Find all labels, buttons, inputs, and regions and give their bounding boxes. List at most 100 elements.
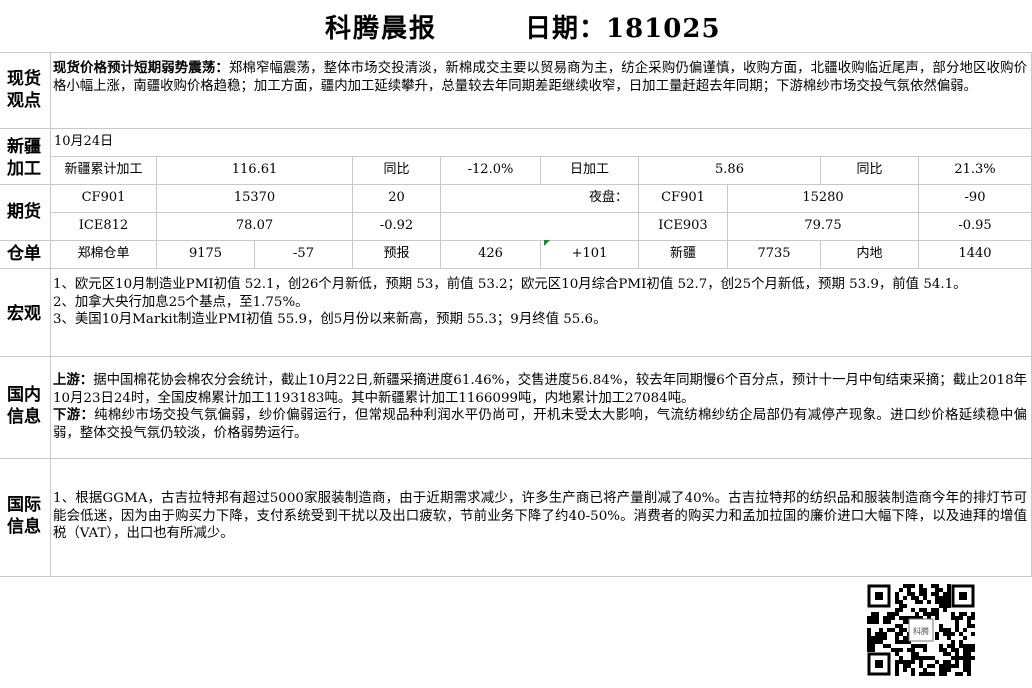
qr-module: [951, 616, 955, 620]
qr-module: [947, 588, 951, 592]
qr-module: [955, 664, 959, 668]
qr-module: [959, 632, 963, 636]
qr-module: [875, 620, 879, 624]
qr-module: [947, 644, 951, 648]
qr-module: [891, 628, 895, 632]
qr-module: [895, 632, 899, 636]
futures-ice903-change: -0.95: [958, 218, 992, 233]
qr-module: [939, 588, 943, 592]
qr-module: [883, 632, 887, 636]
qr-module: [931, 592, 935, 596]
qr-module: [967, 616, 971, 620]
qr-module: [895, 672, 899, 676]
qr-module: [927, 672, 931, 676]
qr-module: [891, 616, 895, 620]
qr-module: [963, 636, 967, 640]
qr-module: [887, 644, 891, 648]
qr-module: [943, 632, 947, 636]
qr-module: [967, 644, 971, 648]
qr-module: [899, 600, 903, 604]
qr-module: [943, 664, 947, 668]
qr-module: [867, 636, 871, 640]
qr-module: [927, 656, 931, 660]
qr-module: [971, 624, 975, 628]
qr-code-image: 科腾: [867, 584, 975, 676]
qr-module: [923, 656, 927, 660]
qr-module: [891, 648, 895, 652]
qr-module: [951, 648, 955, 652]
qr-module: [931, 672, 935, 676]
qr-module: [903, 660, 907, 664]
qr-module: [911, 644, 915, 648]
qr-module: [967, 624, 971, 628]
qr-module: [923, 612, 927, 616]
warehouse-forecast-label: 预报: [383, 246, 410, 261]
warehouse-forecast-value: 426: [478, 246, 503, 261]
futures-night-cf901-price: 15280: [802, 190, 844, 205]
futures-ice812-name: ICE812: [78, 218, 129, 233]
qr-module: [959, 616, 963, 620]
qr-module: [907, 648, 911, 652]
qr-module: [963, 660, 967, 664]
qr-module: [967, 656, 971, 660]
qr-module: [931, 608, 935, 612]
report-header: 科腾晨报 日期：181025: [0, 0, 1032, 53]
international-label: 国际信息: [7, 495, 41, 537]
qr-module: [943, 604, 947, 608]
qr-module: [891, 612, 895, 616]
cell-comment-marker: [544, 240, 550, 246]
xinjiang-daily-yoy-value: 21.3%: [954, 162, 996, 177]
futures-night-cf901-name: CF901: [661, 190, 705, 205]
qr-module: [899, 588, 903, 592]
qr-module: [875, 612, 879, 616]
qr-module: [963, 668, 967, 672]
report-date: 日期：181025: [525, 14, 721, 44]
domestic-downstream: 下游：纯棉纱市场交投气氛偏弱，纱价偏弱运行，但常规品种利润水平仍尚可，开机未受太…: [53, 407, 1027, 442]
qr-module: [951, 632, 955, 636]
futures-cf901-change: 20: [388, 190, 405, 205]
qr-module: [935, 588, 939, 592]
downstream-text: 纯棉纱市场交投气氛偏弱，纱价偏弱运行，但常规品种利润水平仍尚可，开机未受太大影响…: [53, 408, 1027, 441]
qr-module: [943, 652, 947, 656]
qr-module: [923, 668, 927, 672]
qr-module: [903, 628, 907, 632]
qr-module: [883, 616, 887, 620]
warehouse-inland-value: 1440: [958, 246, 992, 261]
qr-module: [963, 656, 967, 660]
qr-module: [955, 648, 959, 652]
futures-ice903-price: 79.75: [804, 218, 842, 233]
qr-module: [943, 600, 947, 604]
domestic-upstream: 上游：据中国棉花协会棉农分会统计，截止10月22日,新疆采摘进度61.46%，交…: [53, 372, 1027, 407]
qr-module: [867, 648, 871, 652]
qr-module: [947, 600, 951, 604]
qr-module: [887, 612, 891, 616]
qr-module: [947, 664, 951, 668]
qr-module: [927, 664, 931, 668]
macro-label: 宏观: [7, 304, 41, 324]
qr-module: [923, 672, 927, 676]
qr-module: [955, 656, 959, 660]
qr-module: [931, 612, 935, 616]
qr-module: [919, 584, 923, 588]
warehouse-xinjiang-value: 7735: [757, 246, 791, 261]
qr-module: [875, 616, 879, 620]
qr-module: [911, 656, 915, 660]
qr-module: [943, 596, 947, 600]
spot-view-headline: 现货价格预计短期弱势震荡：: [53, 60, 229, 76]
qr-module: [867, 644, 871, 648]
xinjiang-yoy-value: -12.0%: [467, 162, 514, 177]
qr-module: [971, 656, 975, 660]
qr-module: [903, 620, 907, 624]
qr-module: [923, 592, 927, 596]
international-text: 1、根据GGMA，古吉拉特邦有超过5000家服装制造商，由于近期需求减少，许多生…: [53, 491, 1027, 541]
qr-module: [903, 636, 907, 640]
qr-module: [967, 652, 971, 656]
qr-module: [871, 640, 875, 644]
qr-module: [939, 624, 943, 628]
qr-module: [915, 596, 919, 600]
qr-module: [919, 592, 923, 596]
qr-module: [899, 640, 903, 644]
qr-module: [871, 644, 875, 648]
qr-module: [959, 612, 963, 616]
qr-module: [963, 652, 967, 656]
